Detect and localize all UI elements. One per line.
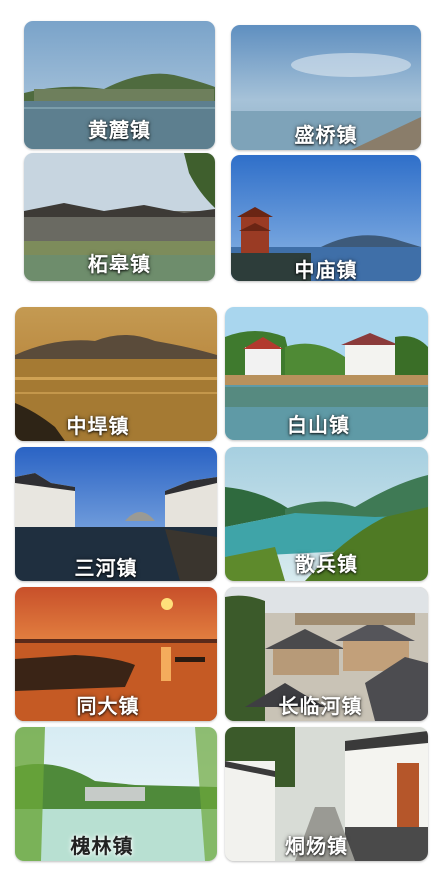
town-card-sanbing[interactable]: 散兵镇 [225,447,428,581]
town-name-label: 黄麓镇 [88,118,151,142]
town-name-label: 槐林镇 [70,834,134,858]
town-name-label: 烔炀镇 [285,834,348,858]
town-card-zhonghan[interactable]: 中垾镇 [15,307,217,441]
town-card-changlinhe[interactable]: 长临河镇 [225,587,428,721]
town-card-tongda[interactable]: 同大镇 [15,587,217,721]
town-card-zhongmiao[interactable]: 中庙镇 [231,155,421,281]
town-name-label: 散兵镇 [295,552,358,576]
town-card-shengqiao[interactable]: 盛桥镇 [231,25,421,150]
town-name-label: 白山镇 [287,413,350,437]
town-card-huailin[interactable]: 槐林镇 [15,727,217,861]
town-name-label: 中庙镇 [294,258,358,281]
town-name-label: 中垾镇 [66,414,130,438]
town-name-label: 三河镇 [74,556,138,580]
town-name-label: 长临河镇 [278,694,363,718]
town-name-label: 盛桥镇 [294,123,358,147]
town-card-zhegao[interactable]: 柘皋镇 [24,153,215,281]
town-name-label: 同大镇 [76,694,140,718]
town-card-huanglu[interactable]: 黄麓镇 [24,21,215,149]
town-card-tongyang[interactable]: 烔炀镇 [225,727,428,861]
town-card-sanhe[interactable]: 三河镇 [15,447,217,581]
town-name-label: 柘皋镇 [88,252,151,276]
town-card-baishan[interactable]: 白山镇 [225,307,428,440]
